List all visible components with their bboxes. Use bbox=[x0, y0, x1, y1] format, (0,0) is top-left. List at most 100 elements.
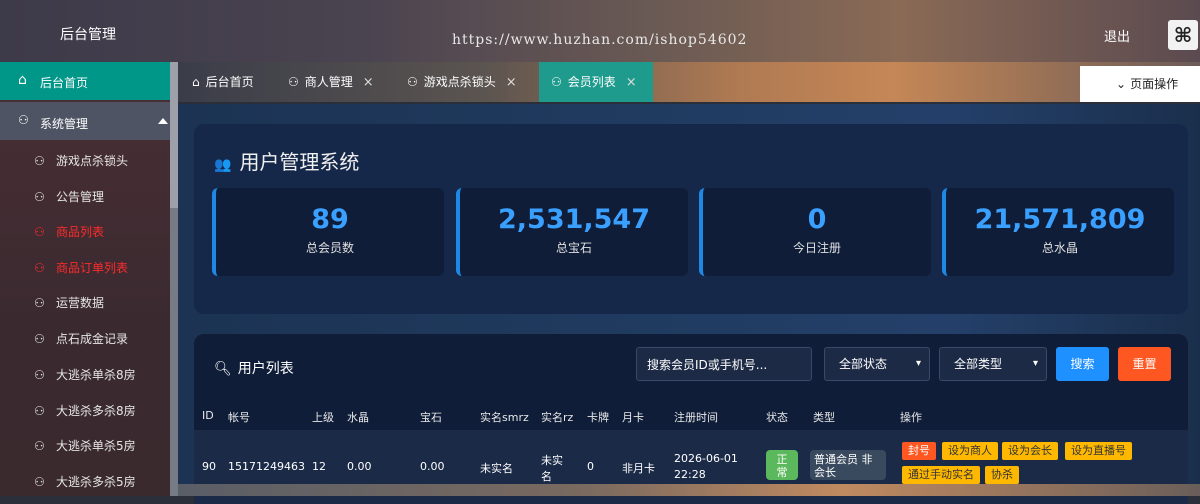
column-header[interactable]: 宝石 bbox=[420, 409, 442, 425]
sidebar-item-label: 商品订单列表 bbox=[56, 261, 129, 275]
stat-label: 总宝石 bbox=[555, 241, 592, 255]
sidebar-scrollbar[interactable] bbox=[170, 62, 178, 496]
user-icon: ⚇ bbox=[34, 190, 45, 204]
column-header[interactable]: 卡牌 bbox=[587, 409, 609, 425]
sidebar-item-label: 公告管理 bbox=[56, 190, 105, 204]
tab-game-lock[interactable]: ⚇ 游戏点杀锁头 × bbox=[407, 62, 517, 102]
column-header[interactable]: 帐号 bbox=[228, 409, 250, 425]
column-header[interactable]: 实名smrz bbox=[480, 409, 529, 425]
tab-label: 商人管理 bbox=[304, 75, 353, 89]
stat-label: 总会员数 bbox=[305, 241, 354, 255]
status-select[interactable]: 全部状态 ▾ bbox=[824, 347, 930, 381]
close-icon[interactable]: × bbox=[626, 75, 637, 90]
ban-button[interactable]: 封号 bbox=[902, 442, 936, 460]
tab-label: 会员列表 bbox=[567, 75, 616, 89]
user-icon: ⚇ bbox=[551, 75, 562, 89]
logout-button[interactable]: 退出 bbox=[1104, 26, 1130, 45]
user-list-title-text: 用户列表 bbox=[237, 361, 294, 377]
column-header[interactable]: 类型 bbox=[813, 409, 835, 425]
type-select[interactable]: 全部类型 ▾ bbox=[939, 347, 1047, 381]
set-merchant-button[interactable]: 设为商人 bbox=[942, 442, 998, 460]
stat-card-members: 89 总会员数 bbox=[212, 188, 444, 276]
users-icon: 👥 bbox=[214, 157, 232, 173]
close-icon[interactable]: × bbox=[506, 75, 517, 90]
sidebar-item-label: 大逃杀多杀5房 bbox=[56, 475, 136, 489]
status-badge: 正常 bbox=[766, 450, 798, 480]
user-icon: ⚇ bbox=[34, 404, 45, 418]
chevron-down-icon: ▾ bbox=[915, 358, 921, 369]
cell-account: 15171249463 bbox=[228, 460, 305, 473]
tab-member-list[interactable]: ⚇ 会员列表 × bbox=[539, 62, 653, 102]
page-operations-dropdown[interactable]: ⌄ 页面操作 bbox=[1080, 66, 1200, 102]
type-badge: 普通会员 非会长 bbox=[810, 450, 886, 480]
cell-crystal: 0.00 bbox=[347, 460, 372, 473]
sidebar-item-br-multi8[interactable]: ⚇ 大逃杀多杀8房 bbox=[34, 402, 136, 422]
sidebar-item-br-single5[interactable]: ⚇ 大逃杀单杀5房 bbox=[34, 437, 136, 457]
tab-label: 游戏点杀锁头 bbox=[423, 75, 496, 89]
sidebar-item-home[interactable]: ⌂ 后台首页 bbox=[0, 62, 170, 100]
stat-label: 今日注册 bbox=[792, 241, 841, 255]
column-header[interactable]: 状态 bbox=[766, 409, 788, 425]
column-header[interactable]: 水晶 bbox=[347, 409, 369, 425]
user-icon: ⚇ bbox=[34, 296, 45, 310]
search-icon: 🔍︎ bbox=[214, 361, 232, 377]
set-leader-button[interactable]: 设为会长 bbox=[1002, 442, 1058, 460]
sidebar-item-notice[interactable]: ⚇ 公告管理 bbox=[34, 188, 104, 208]
stat-value: 89 bbox=[311, 204, 349, 235]
stat-value: 21,571,809 bbox=[974, 204, 1146, 235]
user-icon: ⚇ bbox=[407, 75, 418, 89]
cell-card: 0 bbox=[587, 460, 594, 473]
search-input[interactable]: 搜索会员ID或手机号... bbox=[636, 347, 812, 381]
stat-card-today: 0 今日注册 bbox=[699, 188, 931, 276]
sidebar-item-system[interactable]: ⚇ 系统管理 bbox=[0, 102, 170, 140]
top-header: 后台管理 https://www.huzhan.com/ishop54602 退… bbox=[0, 0, 1200, 62]
sidebar: ⌂ 后台首页 ⚇ 系统管理 ⚇ 游戏点杀锁头 ⚇ 公告管理 ⚇ 商品列表 ⚇ 商品订单列… bbox=[0, 62, 178, 496]
search-button[interactable]: 搜索 bbox=[1056, 347, 1109, 381]
sidebar-item-label: 游戏点杀锁头 bbox=[56, 154, 129, 168]
assist-kill-button[interactable]: 协杀 bbox=[985, 466, 1019, 484]
home-icon: ⌂ bbox=[192, 75, 200, 89]
manual-verify-button[interactable]: 通过手动实名 bbox=[902, 466, 980, 484]
column-header[interactable]: 实名rz bbox=[541, 409, 573, 425]
column-header[interactable]: ID bbox=[202, 409, 214, 422]
page-title-text: 用户管理系统 bbox=[239, 150, 360, 174]
sidebar-item-label: 大逃杀单杀5房 bbox=[56, 439, 136, 453]
reset-button[interactable]: 重置 bbox=[1118, 347, 1171, 381]
user-icon: ⚇ bbox=[34, 439, 45, 453]
sidebar-item-br-multi5[interactable]: ⚇ 大逃杀多杀5房 bbox=[34, 473, 136, 493]
sidebar-item-gold-records[interactable]: ⚇ 点石成金记录 bbox=[34, 330, 128, 350]
column-header[interactable]: 上级 bbox=[312, 409, 334, 425]
app-title: 后台管理 bbox=[60, 27, 116, 43]
sidebar-item-orders[interactable]: ⚇ 商品订单列表 bbox=[34, 259, 128, 279]
cell-parent: 12 bbox=[312, 460, 326, 473]
user-icon: ⚇ bbox=[18, 113, 29, 127]
sidebar-item-operations[interactable]: ⚇ 运营数据 bbox=[34, 294, 104, 314]
watermark-text: https://www.huzhan.com/ishop54602 bbox=[452, 32, 748, 48]
sidebar-item-label: 商品列表 bbox=[56, 225, 105, 239]
user-icon: ⚇ bbox=[34, 261, 45, 275]
tab-label: 后台首页 bbox=[205, 75, 254, 89]
type-line: 会长 bbox=[814, 466, 836, 479]
status-line: 常 bbox=[776, 466, 788, 479]
cell-smrz: 未实名 bbox=[480, 462, 513, 475]
sidebar-item-game-lock[interactable]: ⚇ 游戏点杀锁头 bbox=[34, 152, 128, 172]
sidebar-item-br-single8[interactable]: ⚇ 大逃杀单杀8房 bbox=[34, 366, 136, 386]
column-header[interactable]: 月卡 bbox=[622, 409, 644, 425]
column-header[interactable]: 操作 bbox=[900, 409, 922, 425]
main-content: 👥 用户管理系统 89 总会员数 2,531,547 总宝石 0 今日注册 21,571… bbox=[178, 104, 1200, 504]
scrollbar-thumb[interactable] bbox=[170, 62, 178, 208]
sidebar-item-products[interactable]: ⚇ 商品列表 bbox=[34, 223, 104, 243]
avatar[interactable]: ⌘ bbox=[1168, 20, 1198, 50]
type-line: 普通会员 非 bbox=[814, 453, 873, 466]
column-header[interactable]: 注册时间 bbox=[674, 409, 718, 425]
sidebar-item-label: 运营数据 bbox=[56, 296, 105, 310]
tab-bar: ⌂ 后台首页 ⚇ 商人管理 × ⚇ 游戏点杀锁头 × ⚇ 会员列表 × bbox=[178, 62, 1200, 102]
tab-home[interactable]: ⌂ 后台首页 bbox=[192, 62, 254, 102]
home-icon: ⌂ bbox=[18, 72, 27, 88]
tab-merchant[interactable]: ⚇ 商人管理 × bbox=[288, 62, 374, 102]
status-select-value: 全部状态 bbox=[839, 357, 888, 371]
close-icon[interactable]: × bbox=[363, 75, 374, 90]
caret-up-icon bbox=[158, 118, 168, 124]
set-live-button[interactable]: 设为直播号 bbox=[1065, 442, 1132, 460]
avatar-icon: ⌘ bbox=[1173, 23, 1193, 47]
